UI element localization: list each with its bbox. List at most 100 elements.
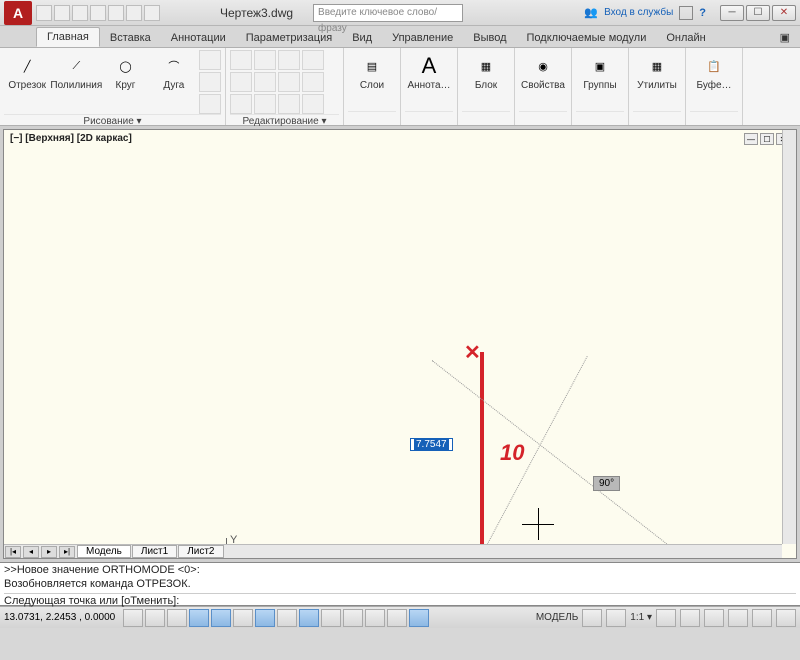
polyline-button[interactable]: ⟋Полилиния [52,50,100,93]
tab-nav-prev-icon[interactable]: ◂ [23,546,39,558]
groups-button[interactable]: ▣Группы [576,50,624,93]
minimize-button[interactable]: ─ [720,5,744,21]
osnap-toggle[interactable] [211,609,231,627]
annotation-visibility-icon[interactable] [656,609,676,627]
panel-clipboard: 📋Буфе… [686,48,743,125]
tab-parametric[interactable]: Параметризация [236,29,342,47]
sign-in-link[interactable]: Вход в службы [604,7,673,18]
tab-nav-first-icon[interactable]: |◂ [5,546,21,558]
calculator-icon: ▦ [642,52,672,80]
hardware-accel-icon[interactable] [728,609,748,627]
qat-redo-icon[interactable] [144,5,160,21]
tab-nav-next-icon[interactable]: ▸ [41,546,57,558]
tab-plugins[interactable]: Подключаемые модули [517,29,657,47]
tab-insert[interactable]: Вставка [100,29,161,47]
tab-manage[interactable]: Управление [382,29,463,47]
qat-saveas-icon[interactable] [90,5,106,21]
layers-button[interactable]: ▤Слои [348,50,396,93]
tab-output[interactable]: Вывод [463,29,516,47]
draw-extra-1[interactable] [199,50,221,70]
workspace-switching-icon[interactable] [680,609,700,627]
tab-home[interactable]: Главная [36,27,100,47]
quickview-layouts-icon[interactable] [582,609,602,627]
annotation-scale[interactable]: 1:1 ▾ [630,612,652,623]
ribbon-expand-icon[interactable]: ▣ [770,28,800,47]
toolbar-lock-icon[interactable] [704,609,724,627]
qat-save-icon[interactable] [72,5,88,21]
array-icon[interactable] [278,94,300,114]
otrack-toggle[interactable] [255,609,275,627]
line-icon: ╱ [12,52,42,80]
isolate-objects-icon[interactable] [752,609,772,627]
help-icon[interactable]: ? [699,7,706,19]
fillet-icon[interactable] [278,72,300,92]
ribbon-tab-strip: Главная Вставка Аннотации Параметризация… [0,26,800,48]
properties-button[interactable]: ◉Свойства [519,50,567,93]
drawing-area-wrap: [−] [Верхняя] [2D каркас] — ☐ ✕ Y X ✕ 10… [0,126,800,562]
viewport-minimize-icon[interactable]: — [744,133,758,145]
viewport-maximize-icon[interactable]: ☐ [760,133,774,145]
draw-extra-3[interactable] [199,94,221,114]
move-icon[interactable] [230,50,252,70]
mirror-icon[interactable] [254,72,276,92]
command-line[interactable]: >>Новое значение ORTHOMODE <0>: Возобнов… [0,562,800,606]
qp-toggle[interactable] [365,609,385,627]
modify-extra-1[interactable] [302,50,324,70]
text-button[interactable]: AАннота… [405,50,453,93]
ducs-toggle[interactable] [277,609,297,627]
quickview-drawings-icon[interactable] [606,609,626,627]
3dosnap-toggle[interactable] [233,609,253,627]
model-tab[interactable]: Модель [77,545,131,558]
snap-mode-toggle[interactable] [123,609,143,627]
vertical-scrollbar[interactable] [782,130,796,544]
modify-extra-3[interactable] [302,94,324,114]
rotate-icon[interactable] [254,50,276,70]
model-toggle[interactable] [409,609,429,627]
qat-new-icon[interactable] [36,5,52,21]
polar-toggle[interactable] [189,609,209,627]
utilities-button[interactable]: ▦Утилиты [633,50,681,93]
viewport-label[interactable]: [−] [Верхняя] [2D каркас] [10,133,132,144]
dyn-toggle[interactable] [299,609,319,627]
lwt-toggle[interactable] [321,609,341,627]
tab-annotate[interactable]: Аннотации [161,29,236,47]
maximize-button[interactable]: ☐ [746,5,770,21]
tpy-toggle[interactable] [343,609,363,627]
help-search-input[interactable]: Введите ключевое слово/фразу [313,4,463,22]
arc-button[interactable]: ⌒Дуга [151,50,197,93]
tab-view[interactable]: Вид [342,29,382,47]
copy-icon[interactable] [230,72,252,92]
dynamic-input-box[interactable]: 7.7547 [410,438,453,451]
model-space-label[interactable]: МОДЕЛЬ [536,612,578,623]
stretch-icon[interactable] [230,94,252,114]
block-button[interactable]: ▦Блок [462,50,510,93]
draw-extra-2[interactable] [199,72,221,92]
drawing-canvas[interactable]: [−] [Верхняя] [2D каркас] — ☐ ✕ Y X ✕ 10… [3,129,797,559]
circle-button[interactable]: ◯Круг [102,50,148,93]
angle-display: 90° [593,476,620,491]
layout1-tab[interactable]: Лист1 [132,545,177,558]
qat-print-icon[interactable] [108,5,124,21]
app-menu-icon[interactable]: A [4,1,32,25]
exchange-icon[interactable] [679,6,693,20]
qat-undo-icon[interactable] [126,5,142,21]
clean-screen-icon[interactable] [776,609,796,627]
sc-toggle[interactable] [387,609,407,627]
ortho-toggle[interactable] [167,609,187,627]
scale-icon[interactable] [254,94,276,114]
qat-open-icon[interactable] [54,5,70,21]
clipboard-button[interactable]: 📋Буфе… [690,50,738,93]
quick-access-toolbar [36,5,160,21]
trim-icon[interactable] [278,50,300,70]
grid-toggle[interactable] [145,609,165,627]
modify-extra-2[interactable] [302,72,324,92]
tab-online[interactable]: Онлайн [656,29,715,47]
cmd-history-2: Возобновляется команда ОТРЕЗОК. [4,578,796,592]
layout2-tab[interactable]: Лист2 [178,545,223,558]
layout-tab-bar: |◂ ◂ ▸ ▸| Модель Лист1 Лист2 [4,544,782,558]
tab-nav-last-icon[interactable]: ▸| [59,546,75,558]
close-button[interactable]: ✕ [772,5,796,21]
panel-block: ▦Блок [458,48,515,125]
coordinates-display[interactable]: 13.0731, 2.2453 , 0.0000 [4,612,115,623]
line-button[interactable]: ╱Отрезок [4,50,50,93]
